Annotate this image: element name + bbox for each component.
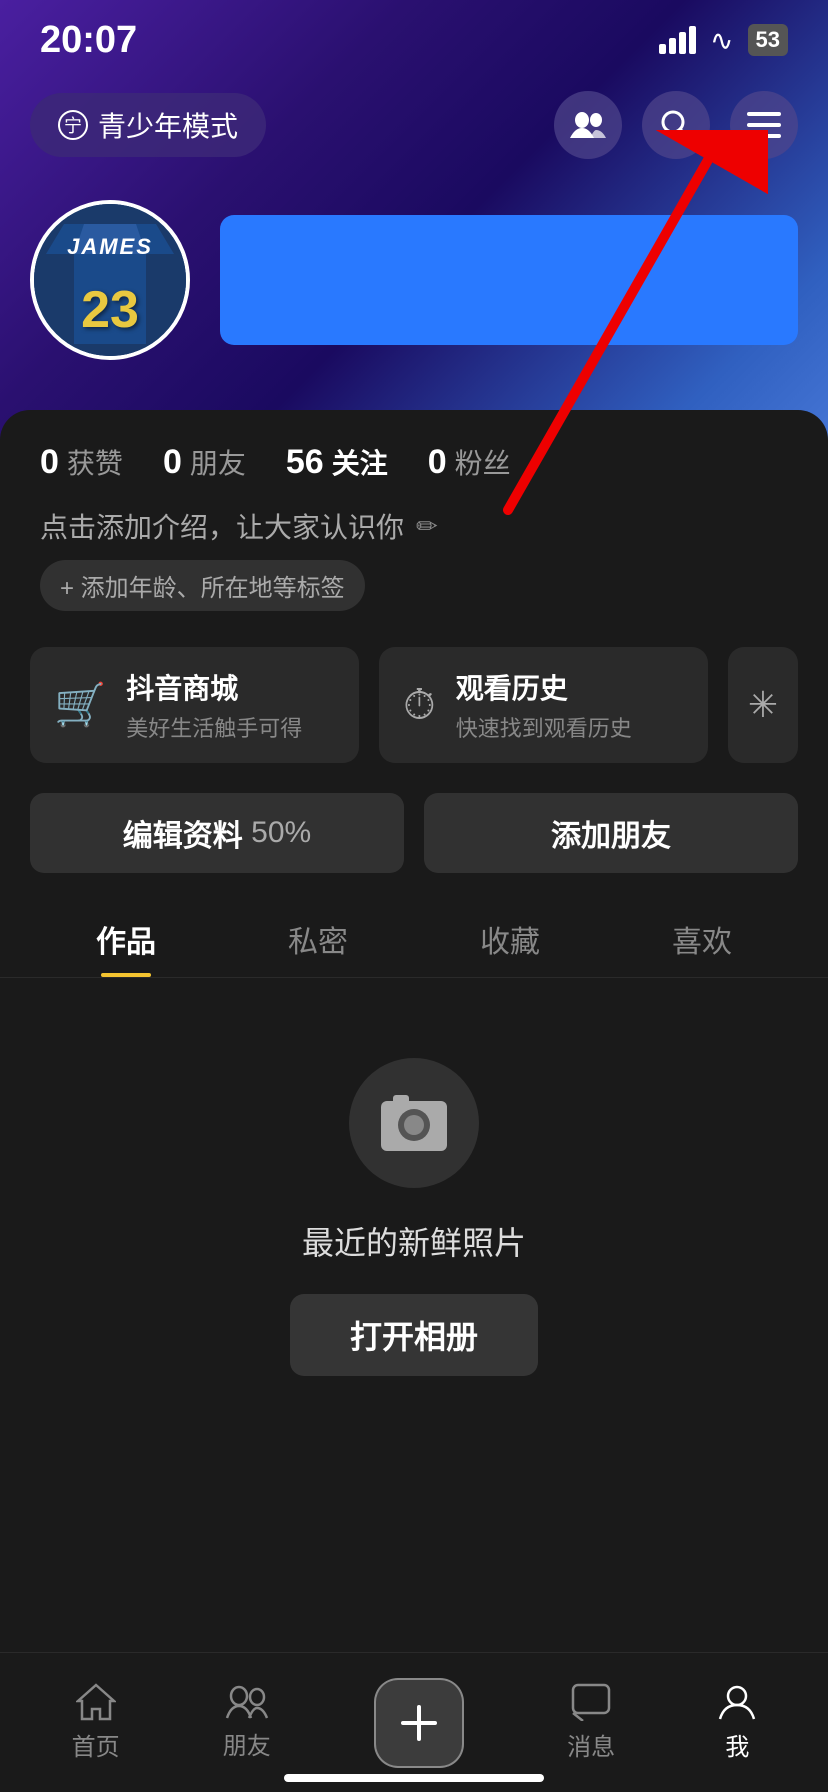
plus-icon [397,1701,441,1745]
stat-fans-label: 粉丝 [455,442,511,482]
search-icon-button[interactable] [642,91,710,159]
add-tag-label: + 添加年龄、所在地等标签 [60,568,345,603]
douyin-mall-info: 抖音商城 美好生活触手可得 [126,667,302,743]
stat-following-label: 关注 [332,442,388,482]
nav-friends-label: 朋友 [223,1726,271,1761]
menu-icon-button[interactable] [730,91,798,159]
nav-home[interactable]: 首页 [72,1683,120,1762]
nav-me-icon [718,1683,756,1721]
friends-icon [570,110,606,140]
nav-friends[interactable]: 朋友 [223,1684,271,1761]
cart-icon: 🛒 [54,681,106,730]
signal-icon [659,26,696,54]
nav-home-label: 首页 [72,1727,120,1762]
asterisk-icon: ✳ [748,684,778,726]
youth-mode-label: 青少年模式 [98,105,238,145]
watch-history-subtitle: 快速找到观看历史 [456,711,632,743]
empty-state: 最近的新鲜照片 打开相册 [0,978,828,1456]
stat-following[interactable]: 56 关注 [286,442,388,482]
add-friend-label: 添加朋友 [551,811,671,855]
douyin-mall-card[interactable]: 🛒 抖音商城 美好生活触手可得 [30,647,359,763]
tags-row: + 添加年龄、所在地等标签 [40,560,788,611]
stat-friends: 0 朋友 [163,442,246,482]
stat-likes: 0 获赞 [40,442,123,482]
bio-text[interactable]: 点击添加介绍，让大家认识你 ✏ [40,506,788,546]
nav-create[interactable] [374,1678,464,1768]
stat-friends-num: 0 [163,443,182,482]
status-bar: 20:07 ∿ 53 [0,0,828,80]
stats-row: 0 获赞 0 朋友 56 关注 0 粉丝 [0,410,828,498]
edit-profile-label: 编辑资料 [123,811,243,855]
avatar[interactable]: JAMES 23 [30,200,190,360]
add-friend-button[interactable]: 添加朋友 [424,793,798,873]
menu-icon [747,112,781,138]
edit-icon: ✏ [416,511,438,542]
bio-section: 点击添加介绍，让大家认识你 ✏ + 添加年龄、所在地等标签 [0,498,828,627]
friends-icon-button[interactable] [554,91,622,159]
battery-icon: 53 [748,24,788,56]
watch-history-card[interactable]: ⏱ 观看历史 快速找到观看历史 [379,647,708,763]
youth-mode-button[interactable]: 宁 青少年模式 [30,93,266,157]
stat-likes-num: 0 [40,443,59,482]
clock-icon: ⏱ [403,681,436,730]
tabs-row: 作品 私密 收藏 喜欢 [0,897,828,978]
stat-fans: 0 粉丝 [428,442,511,482]
stat-likes-label: 获赞 [67,442,123,482]
stat-fans-num: 0 [428,443,447,482]
profile-section: JAMES 23 Janes 29 [0,200,828,360]
top-nav: 宁 青少年模式 [0,80,828,170]
photo-icon [379,1093,449,1153]
youth-icon: 宁 [58,110,88,140]
create-button[interactable] [374,1678,464,1768]
home-icon [76,1683,116,1721]
watch-history-info: 观看历史 快速找到观看历史 [456,667,632,743]
home-indicator [284,1774,544,1782]
username-box: Janes 29 [220,215,798,345]
nav-right-icons [554,91,798,159]
main-card: 0 获赞 0 朋友 56 关注 0 粉丝 点击添加介绍，让大家认识你 ✏ + 添… [0,410,828,1672]
tab-collection[interactable]: 收藏 [414,897,606,977]
tab-works[interactable]: 作品 [30,897,222,977]
edit-profile-progress: 50% [243,816,311,850]
message-icon [571,1683,611,1721]
open-album-button[interactable]: 打开相册 [290,1294,538,1376]
add-tag-button[interactable]: + 添加年龄、所在地等标签 [40,560,365,611]
tab-likes-label: 喜欢 [672,926,732,959]
watch-history-title: 观看历史 [456,667,632,707]
more-actions-button[interactable]: ✳ [728,647,798,763]
search-icon [659,108,693,142]
douyin-mall-title: 抖音商城 [126,667,302,707]
empty-state-title: 最近的新鲜照片 [302,1218,526,1264]
bottom-nav: 首页 朋友 消息 我 [0,1652,828,1792]
nav-me[interactable]: 我 [718,1683,756,1762]
edit-profile-button[interactable]: 编辑资料 50% [30,793,404,873]
stat-friends-label: 朋友 [190,442,246,482]
tab-private-label: 私密 [288,926,348,959]
jersey-name-text: JAMES [67,234,153,260]
tab-collection-label: 收藏 [480,926,540,959]
quick-actions: 🛒 抖音商城 美好生活触手可得 ⏱ 观看历史 快速找到观看历史 ✳ [0,627,828,783]
tab-works-label: 作品 [96,926,156,959]
action-buttons: 编辑资料 50% 添加朋友 [0,783,828,897]
douyin-mall-subtitle: 美好生活触手可得 [126,711,302,743]
wifi-icon: ∿ [710,24,733,57]
tab-private[interactable]: 私密 [222,897,414,977]
avatar-inner: JAMES 23 [34,204,186,356]
nav-me-label: 我 [725,1727,749,1762]
nav-friends-icon [225,1684,269,1720]
nav-messages[interactable]: 消息 [567,1683,615,1762]
status-time: 20:07 [40,19,137,62]
stat-following-num: 56 [286,443,324,482]
bio-placeholder: 点击添加介绍，让大家认识你 [40,506,404,546]
tab-likes[interactable]: 喜欢 [606,897,798,977]
jersey-number-text: 23 [81,284,139,336]
nav-messages-label: 消息 [567,1727,615,1762]
status-icons: ∿ 53 [659,24,788,57]
empty-icon-container [349,1058,479,1188]
open-album-label: 打开相册 [350,1319,478,1355]
